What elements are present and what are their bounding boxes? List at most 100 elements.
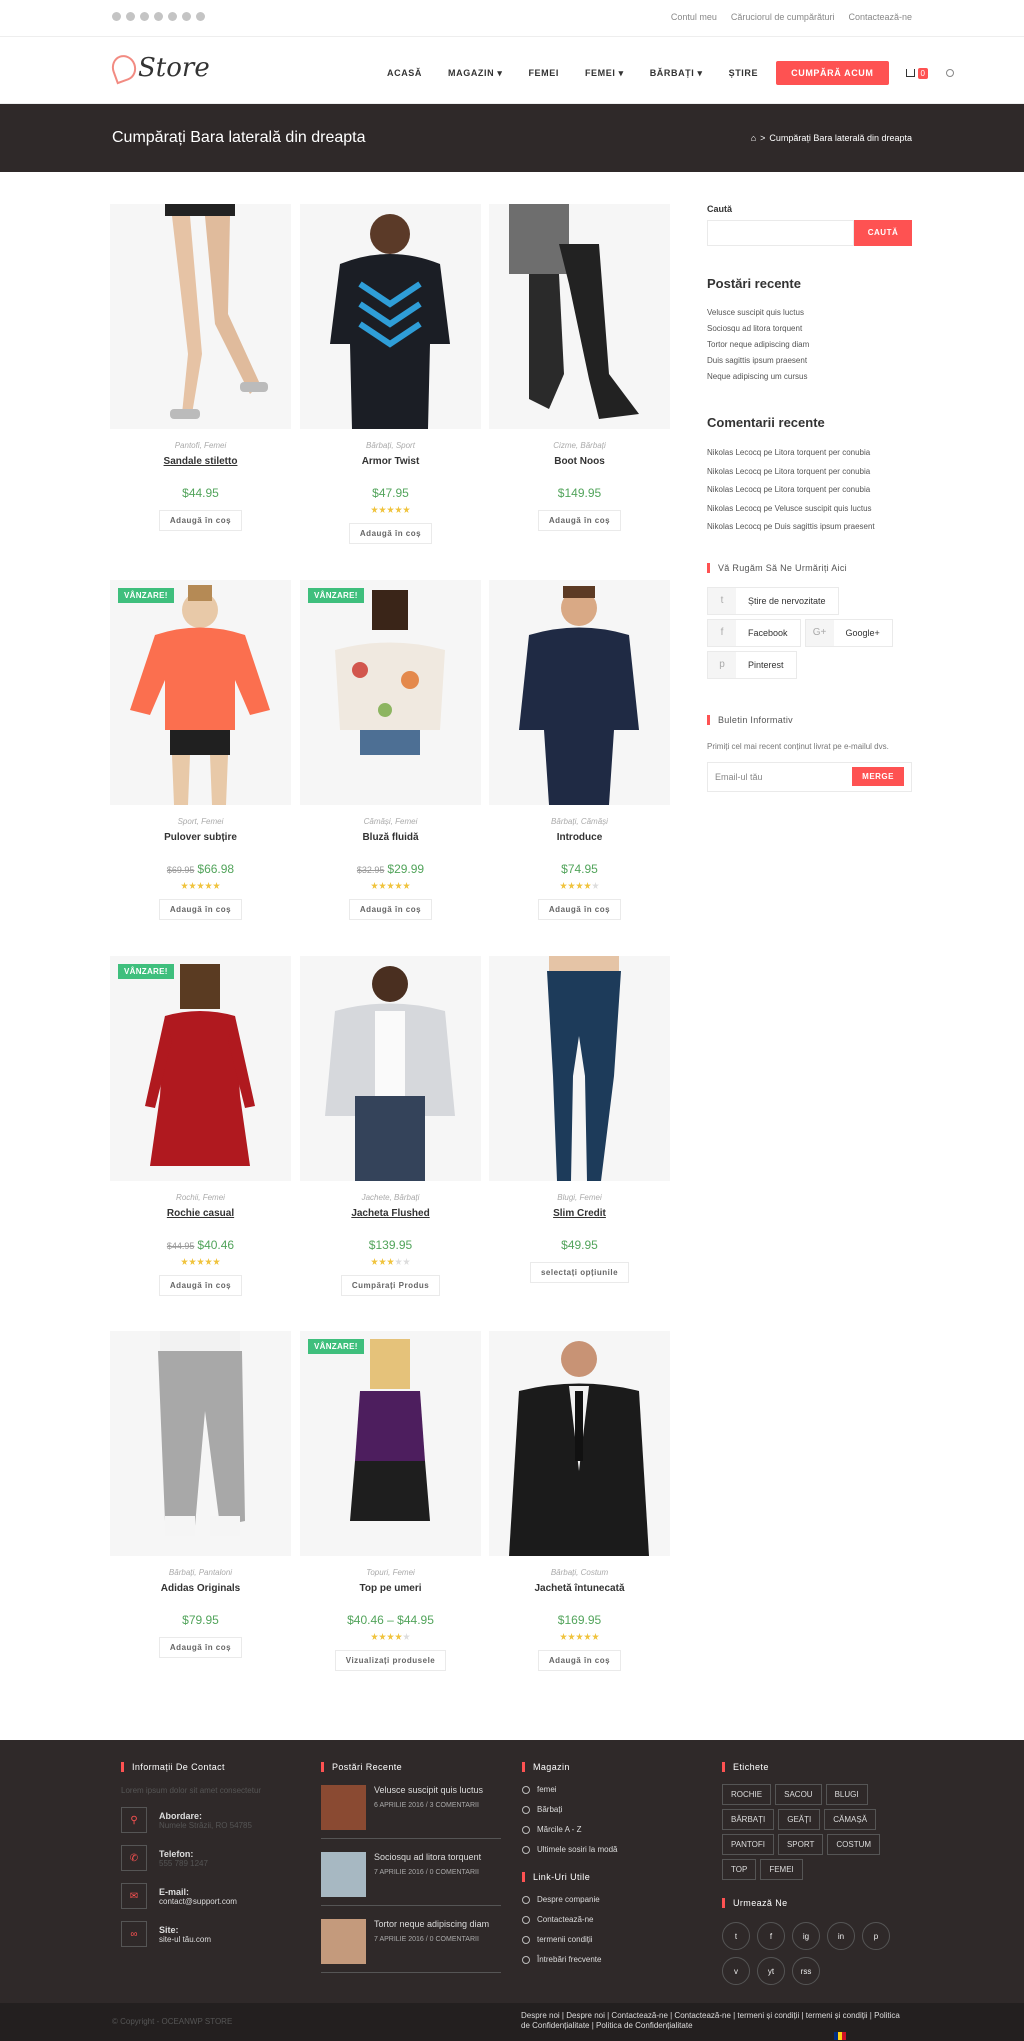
product-category[interactable]: Pantofi, Femei — [110, 441, 291, 450]
footer-recent-post[interactable]: Sociosqu ad litora torquent 7 APRILIE 201… — [321, 1852, 501, 1906]
recent-post-link[interactable]: Tortor neque adipiscing diam — [707, 337, 912, 353]
recent-comment-link[interactable]: Nikolas Lecocq pe Velusce suscipit quis … — [707, 500, 912, 519]
product-category[interactable]: Blugi, Femei — [489, 1193, 670, 1202]
product-category[interactable]: Jachete, Bărbați — [300, 1193, 481, 1202]
product-category[interactable]: Sport, Femei — [110, 817, 291, 826]
follow-button[interactable]: f Facebook — [707, 618, 801, 647]
post-thumbnail[interactable] — [321, 1785, 366, 1830]
twitter-icon[interactable]: t — [722, 1922, 750, 1950]
pinterest-icon[interactable]: p — [862, 1922, 890, 1950]
add-to-cart-button[interactable]: Vizualizați produsele — [334, 1650, 447, 1671]
add-to-cart-button[interactable]: Adaugă în coș — [537, 510, 622, 531]
product-category[interactable]: Bărbați, Sport — [300, 441, 481, 450]
nav-item[interactable]: FEMEI — [528, 68, 559, 78]
vimeo-icon[interactable]: v — [722, 1957, 750, 1985]
search-button[interactable]: CAUTĂ — [854, 220, 912, 246]
product-image[interactable] — [300, 956, 481, 1181]
nav-item[interactable]: MAGAZIN ▾ — [448, 68, 502, 79]
product-image[interactable] — [300, 204, 481, 429]
product-name[interactable]: Bluză fluidă — [362, 832, 418, 843]
tag-link[interactable]: ROCHIE — [722, 1784, 772, 1805]
recent-comment-link[interactable]: Nikolas Lecocq pe Litora torquent per co… — [707, 463, 912, 482]
useful-link[interactable]: Întrebări frecvente — [522, 1950, 617, 1970]
product-name[interactable]: Armor Twist — [362, 456, 420, 467]
romania-flag-icon[interactable] — [834, 2032, 846, 2040]
tag-link[interactable]: BĂRBAȚI — [722, 1809, 775, 1830]
post-title[interactable]: Tortor neque adipiscing diam — [374, 1919, 489, 1929]
follow-button[interactable]: p Pinterest — [707, 650, 797, 679]
top-link[interactable]: Contul meu — [671, 12, 717, 22]
product-category[interactable]: Bărbați, Costum — [489, 1568, 670, 1577]
site-logo[interactable]: Store — [108, 51, 210, 85]
useful-link[interactable]: Despre companie — [522, 1890, 617, 1910]
shop-link[interactable]: Ultimele sosiri la modă — [522, 1840, 617, 1860]
product-image[interactable] — [489, 1331, 670, 1556]
instagram-icon[interactable]: ig — [792, 1922, 820, 1950]
bottom-links[interactable]: Despre noi | Despre noi | Contactează-ne… — [521, 2011, 901, 2031]
product-category[interactable]: Bărbați, Cămăși — [489, 817, 670, 826]
contact-value[interactable]: contact@support.com — [159, 1897, 237, 1906]
product-category[interactable]: Topuri, Femei — [300, 1568, 481, 1577]
follow-button[interactable]: G+ Google+ — [804, 618, 893, 647]
newsletter-email-input[interactable]: Email-ul tău — [715, 772, 763, 782]
product-name[interactable]: Pulover subțire — [164, 832, 237, 843]
nav-item[interactable]: ACASĂ — [387, 68, 422, 78]
tag-link[interactable]: SACOU — [775, 1784, 822, 1805]
product-name[interactable]: Rochie casual — [167, 1208, 234, 1219]
product-image[interactable] — [489, 204, 670, 429]
tag-link[interactable]: TOP — [722, 1859, 757, 1880]
footer-recent-post[interactable]: Tortor neque adipiscing diam 7 APRILIE 20… — [321, 1919, 501, 1973]
add-to-cart-button[interactable]: Adaugă în coș — [158, 1637, 243, 1658]
product-image[interactable]: VÂNZARE! — [300, 580, 481, 805]
shop-link[interactable]: Mărcile A - Z — [522, 1820, 617, 1840]
product-name[interactable]: Slim Credit — [553, 1208, 606, 1219]
recent-post-link[interactable]: Duis sagittis ipsum praesent — [707, 353, 912, 369]
search-input[interactable] — [707, 220, 854, 246]
product-image[interactable]: VÂNZARE! — [300, 1331, 481, 1556]
tag-link[interactable]: BLUGI — [825, 1784, 868, 1805]
add-to-cart-button[interactable]: selectați opțiunile — [529, 1262, 630, 1283]
post-thumbnail[interactable] — [321, 1852, 366, 1897]
product-name[interactable]: Adidas Originals — [161, 1583, 240, 1594]
recent-post-link[interactable]: Sociosqu ad litora torquent — [707, 321, 912, 337]
recent-comment-link[interactable]: Nikolas Lecocq pe Litora torquent per co… — [707, 481, 912, 500]
product-image[interactable] — [110, 1331, 291, 1556]
youtube-icon[interactable] — [168, 12, 177, 21]
vimeo-icon[interactable] — [182, 12, 191, 21]
product-category[interactable]: Rochii, Femei — [110, 1193, 291, 1202]
product-name[interactable]: Jacheta Flushed — [351, 1208, 429, 1219]
search-icon[interactable] — [945, 69, 954, 77]
twitter-icon[interactable] — [112, 12, 121, 21]
tag-link[interactable]: FEMEI — [760, 1859, 803, 1880]
follow-button[interactable]: t Știre de nervozitate — [707, 586, 839, 615]
home-icon[interactable]: ⌂ — [751, 133, 756, 143]
post-thumbnail[interactable] — [321, 1919, 366, 1964]
add-to-cart-button[interactable]: Adaugă în coș — [348, 899, 433, 920]
pinterest-icon[interactable] — [140, 12, 149, 21]
add-to-cart-button[interactable]: Cumpărați Produs — [340, 1275, 441, 1296]
nav-item[interactable]: ȘTIRE — [729, 68, 759, 78]
useful-link[interactable]: termenii condiții — [522, 1930, 617, 1950]
add-to-cart-button[interactable]: Adaugă în coș — [537, 1650, 622, 1671]
dribbble-icon[interactable] — [154, 12, 163, 21]
recent-comment-link[interactable]: Nikolas Lecocq pe Litora torquent per co… — [707, 444, 912, 463]
add-to-cart-button[interactable]: Adaugă în coș — [158, 1275, 243, 1296]
footer-recent-post[interactable]: Velusce suscipit quis luctus 6 APRILIE 20… — [321, 1785, 501, 1839]
cart-button[interactable]: 0 — [905, 67, 928, 79]
nav-item[interactable]: BĂRBAȚI ▾ — [650, 68, 703, 79]
contact-value[interactable]: site-ul tău.com — [159, 1935, 211, 1944]
product-name[interactable]: Top pe umeri — [359, 1583, 421, 1594]
post-title[interactable]: Sociosqu ad litora torquent — [374, 1852, 481, 1862]
tag-link[interactable]: COSTUM — [827, 1834, 881, 1855]
facebook-icon[interactable] — [126, 12, 135, 21]
tag-link[interactable]: GEĂȚI — [778, 1809, 821, 1830]
recent-post-link[interactable]: Velusce suscipit quis luctus — [707, 305, 912, 321]
youtube-icon[interactable]: yt — [757, 1957, 785, 1985]
product-category[interactable]: Cămăși, Femei — [300, 817, 481, 826]
product-image[interactable]: VÂNZARE! — [110, 956, 291, 1181]
rss-icon[interactable]: rss — [792, 1957, 820, 1985]
useful-link[interactable]: Contactează-ne — [522, 1910, 617, 1930]
product-name[interactable]: Boot Noos — [554, 456, 605, 467]
product-image[interactable] — [489, 956, 670, 1181]
shop-link[interactable]: Bărbați — [522, 1800, 617, 1820]
